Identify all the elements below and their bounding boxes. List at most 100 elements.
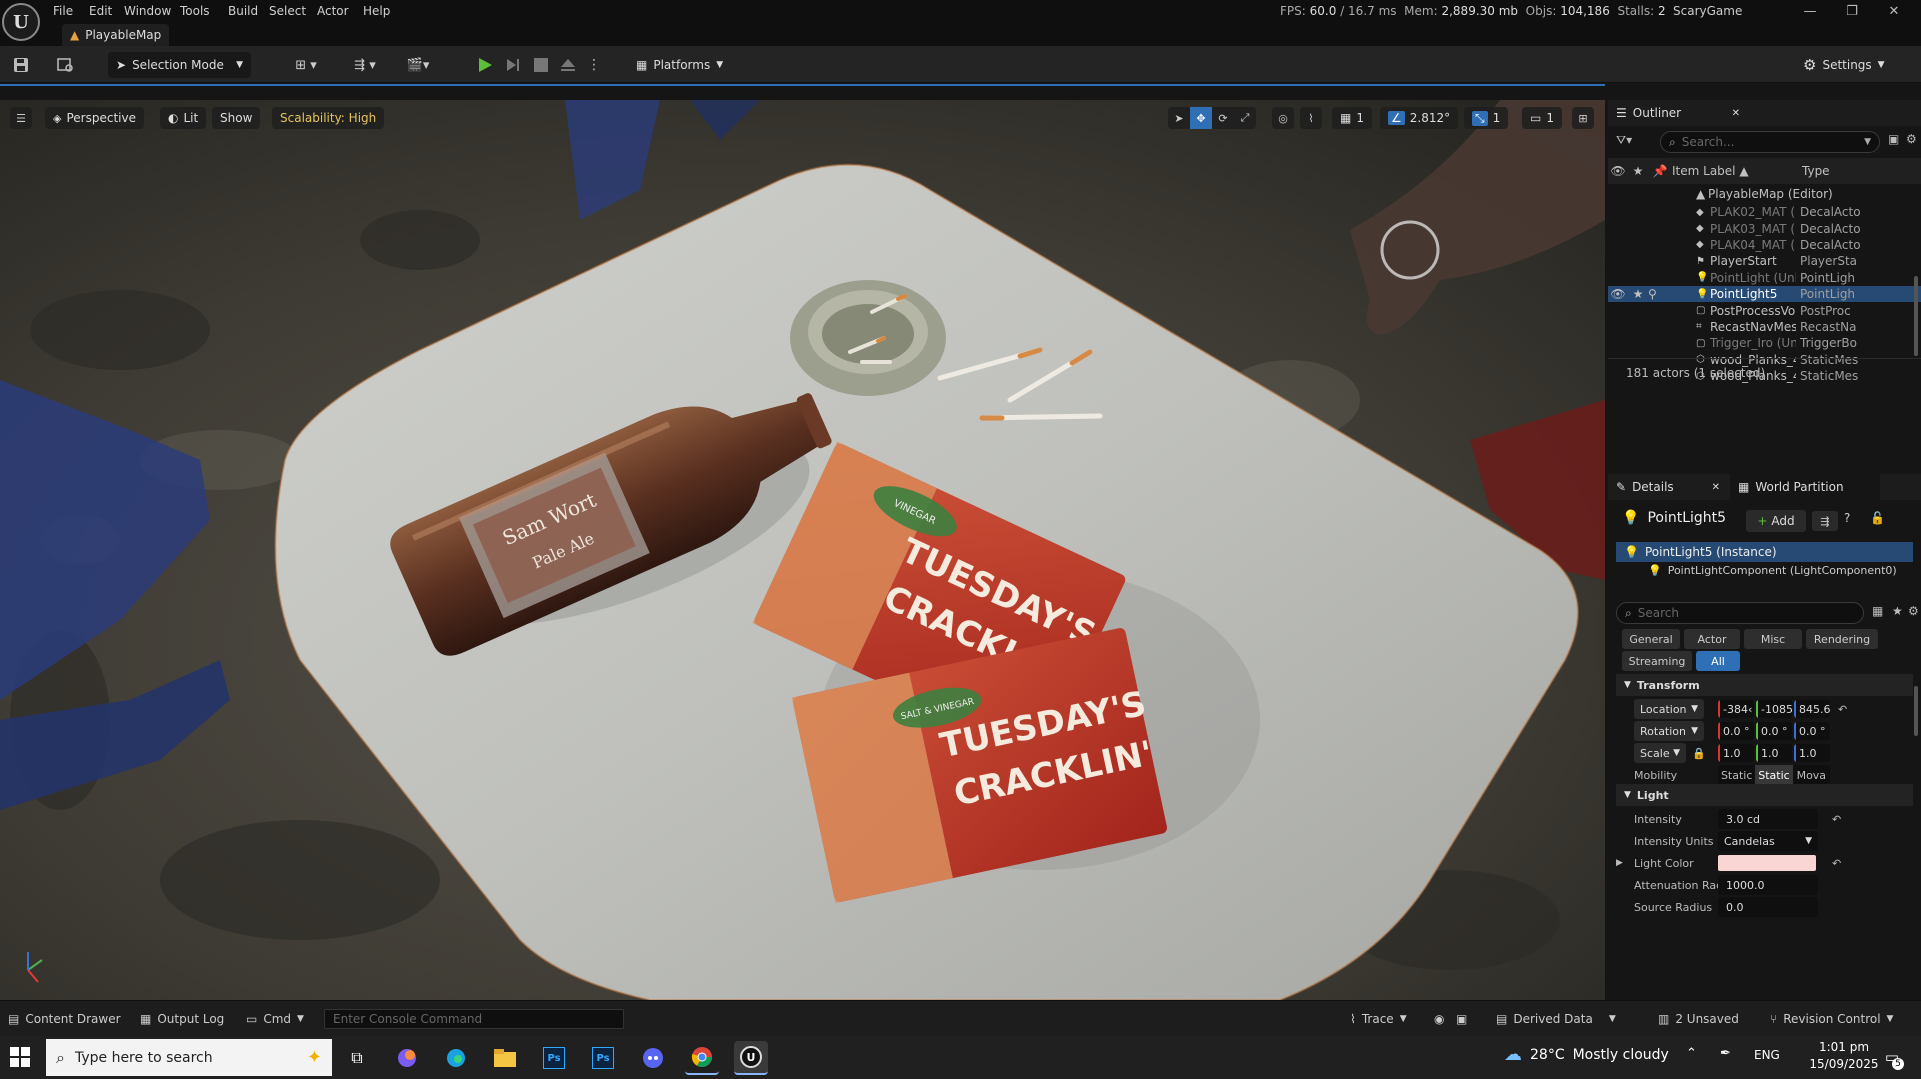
task-view-icon[interactable]: ⧉ — [340, 1041, 374, 1075]
add-folder-icon[interactable]: ▣ — [1888, 132, 1899, 146]
play-icon[interactable] — [474, 54, 496, 76]
content-drawer-button[interactable]: ▤ Content Drawer — [8, 1001, 121, 1037]
pin-icon[interactable]: ⚲ — [1648, 287, 1696, 301]
details-search-input[interactable]: ⌕ Search — [1616, 602, 1864, 624]
light-section-header[interactable]: ▼ Light — [1616, 784, 1913, 806]
move-tool-icon[interactable]: ✥ — [1190, 107, 1212, 129]
add-actor-icon[interactable]: ⊞ ▾ — [286, 54, 326, 76]
outliner-root-row[interactable]: ▲ PlayableMap (Editor) — [1608, 184, 1921, 204]
blueprint-icon[interactable]: ⇶ ▾ — [345, 54, 385, 76]
menu-edit[interactable]: Edit — [89, 2, 112, 20]
console-command-input[interactable]: Enter Console Command — [324, 1009, 624, 1029]
photoshop-icon[interactable]: Ps — [537, 1041, 571, 1075]
windows-start-icon[interactable] — [10, 1047, 30, 1067]
world-local-icon[interactable]: ◎ — [1272, 107, 1294, 129]
component-instance-row[interactable]: 💡 PointLight5 (Instance) — [1616, 542, 1913, 562]
unreal-taskbar-icon[interactable]: U — [734, 1041, 768, 1075]
minimize-button[interactable]: — — [1790, 0, 1830, 22]
lit-button[interactable]: ◐ Lit — [160, 107, 207, 129]
select-tool-icon[interactable]: ➤ — [1168, 107, 1190, 129]
component-row[interactable]: 💡 PointLightComponent (LightComponent0) — [1648, 564, 1897, 577]
notification-icon[interactable]: ▭ 5 — [1880, 1046, 1904, 1070]
weather-widget[interactable]: ☁ 28°C Mostly cloudy — [1504, 1044, 1669, 1065]
taskbar-search-input[interactable]: ⌕ Type here to search ✦ — [46, 1039, 332, 1076]
discord-icon[interactable] — [636, 1041, 670, 1075]
menu-window[interactable]: Window — [124, 2, 171, 20]
browse-icon[interactable] — [55, 54, 77, 76]
outliner-row[interactable]: ▢ PostProcessVolu PostProc — [1608, 302, 1921, 318]
trace-dropdown[interactable]: ⌇ Trace ▼ — [1350, 1001, 1407, 1037]
cinematics-icon[interactable]: 🎬▾ — [398, 54, 438, 76]
scale-snap-button[interactable]: ⤡ 1 — [1464, 107, 1509, 129]
reset-arrow-icon[interactable]: ↶ — [1838, 703, 1847, 716]
save-icon[interactable] — [10, 54, 32, 76]
menu-help[interactable]: Help — [363, 2, 390, 20]
location-y-field[interactable]: -1085 — [1756, 700, 1792, 718]
outliner-row[interactable]: 👁 ★ ⚲ 💡 PointLight5 PointLigh — [1608, 285, 1921, 303]
location-z-field[interactable]: 845.6 — [1794, 700, 1830, 718]
outliner-row[interactable]: ⚑ PlayerStart PlayerSta — [1608, 253, 1921, 269]
details-settings-icon[interactable]: ⚙ — [1908, 604, 1919, 618]
light-color-swatch[interactable] — [1718, 855, 1816, 871]
edge-icon[interactable] — [439, 1041, 473, 1075]
scale-x-field[interactable]: 1.0 — [1718, 744, 1754, 762]
scale-z-field[interactable]: 1.0 — [1794, 744, 1830, 762]
show-button[interactable]: Show — [212, 107, 261, 129]
close-tab-icon[interactable]: ✕ — [1732, 108, 1740, 119]
outliner-scrollbar[interactable] — [1914, 276, 1918, 356]
rotation-y-field[interactable]: 0.0 ° — [1756, 722, 1792, 740]
attenuation-input[interactable]: 1000.0 — [1718, 875, 1818, 895]
outliner-row[interactable]: ◆ PLAK02_MAT (Ur DecalActo — [1608, 204, 1921, 220]
filter-general[interactable]: General — [1622, 629, 1680, 649]
location-dropdown[interactable]: Location ▼ — [1634, 699, 1704, 719]
unreal-logo-icon[interactable]: U — [2, 3, 40, 41]
menu-file[interactable]: File — [53, 2, 73, 20]
copilot-icon[interactable] — [390, 1041, 424, 1075]
angle-snap-button[interactable]: ∠ 2.812° — [1380, 107, 1459, 129]
pen-icon[interactable]: ✒ — [1720, 1046, 1731, 1061]
menu-tools[interactable]: Tools — [180, 2, 210, 20]
stop-icon[interactable] — [530, 54, 552, 76]
filter-icon[interactable]: ⛛▾ — [1616, 133, 1632, 148]
pin-col-icon[interactable]: 📌 — [1648, 164, 1672, 178]
filter-rendering[interactable]: Rendering — [1806, 629, 1878, 649]
rotate-tool-icon[interactable]: ⟳ — [1212, 107, 1234, 129]
cmd-dropdown[interactable]: ▭ Cmd ▼ — [246, 1001, 304, 1037]
camera-speed-button[interactable]: ▭ 1 — [1522, 107, 1562, 129]
output-log-button[interactable]: ▦ Output Log — [140, 1001, 224, 1037]
mobility-stationary[interactable]: Static — [1755, 765, 1793, 785]
outliner-tab[interactable]: ☰ Outliner ✕ — [1608, 100, 1748, 126]
favorites-icon[interactable]: ★ — [1892, 604, 1903, 618]
eject-icon[interactable] — [557, 54, 579, 76]
scalability-button[interactable]: Scalability: High — [272, 107, 385, 129]
world-partition-tab[interactable]: ▦ World Partition — [1730, 474, 1880, 500]
platforms-dropdown[interactable]: ▦ Platforms ▼ — [628, 52, 731, 78]
reset-arrow-icon[interactable]: ↶ — [1832, 857, 1841, 870]
outliner-row[interactable]: 💡PointLight (Unloa PointLigh — [1608, 270, 1921, 286]
screenshot-icon[interactable]: ▣ — [1456, 1001, 1467, 1037]
outliner-row[interactable]: ◆ PLAK03_MAT (Ur DecalActo — [1608, 220, 1921, 236]
filter-actor[interactable]: Actor — [1684, 629, 1740, 649]
scale-y-field[interactable]: 1.0 — [1756, 744, 1792, 762]
file-explorer-icon[interactable] — [488, 1041, 522, 1075]
scale-lock-icon[interactable]: 🔒 — [1692, 747, 1718, 760]
location-x-field[interactable]: -384‹ — [1718, 700, 1754, 718]
derived-data-button[interactable]: ▤ Derived Data ▼ — [1496, 1001, 1616, 1037]
scale-dropdown[interactable]: Scale ▼ — [1634, 743, 1686, 763]
star-col-icon[interactable]: ★ — [1628, 164, 1648, 178]
outliner-row[interactable]: ▢ Trigger_Iro (Unlo TriggerBo — [1608, 335, 1921, 351]
visibility-col-icon[interactable]: 👁 — [1608, 164, 1628, 178]
source-radius-input[interactable]: 0.0 — [1718, 897, 1818, 917]
details-tab[interactable]: ✎ Details ✕ — [1608, 474, 1728, 500]
maximize-button[interactable]: ❐ — [1832, 0, 1872, 22]
star-icon[interactable]: ★ — [1628, 287, 1648, 301]
outliner-row[interactable]: ◆ PLAK04_MAT (Ur DecalActo — [1608, 237, 1921, 253]
record-icon[interactable]: ◉ — [1434, 1001, 1444, 1037]
menu-actor[interactable]: Actor — [317, 2, 349, 20]
mobility-movable[interactable]: Mova — [1793, 765, 1830, 785]
layout-icon[interactable]: ⊞ — [1572, 107, 1594, 129]
outliner-search-input[interactable]: ⌕ Search... ▼ — [1660, 131, 1880, 153]
photoshop-2-icon[interactable]: Ps — [586, 1041, 620, 1075]
surface-snap-icon[interactable]: ⌇ — [1300, 107, 1322, 129]
rotation-x-field[interactable]: 0.0 ° — [1718, 722, 1754, 740]
